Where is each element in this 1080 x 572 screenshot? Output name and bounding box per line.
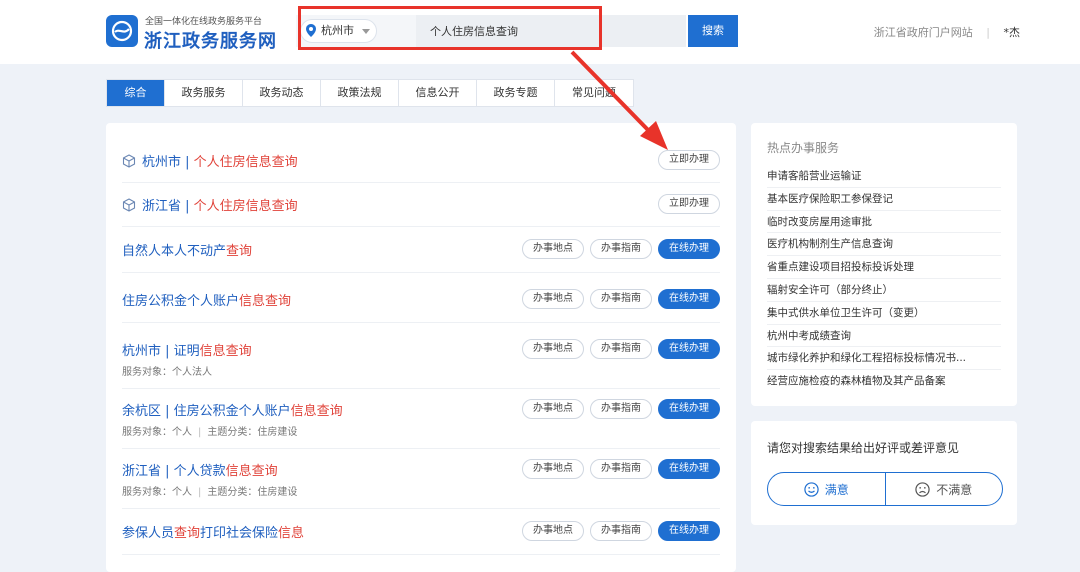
location-pin-icon [306,24,316,37]
location-button[interactable]: 办事地点 [522,339,584,359]
results-panel: 杭州市 | 个人住房信息查询 立即办理 浙江省 | 个人住房信息查询 立即办理 … [106,123,736,572]
city-label: 杭州市 [321,24,354,37]
top-separator: | [986,26,990,39]
satisfied-label: 满意 [824,482,849,497]
result-title[interactable]: 参保人员查询打印社会保险信息 [122,522,304,541]
location-button[interactable]: 办事地点 [522,521,584,541]
unsatisfied-button[interactable]: 不满意 [886,473,1003,505]
guide-button[interactable]: 办事指南 [590,399,652,419]
result-title[interactable]: 自然人本人不动产查询 [122,240,252,259]
hot-service-item[interactable]: 省重点建设项目招投标投诉处理 [767,256,1001,279]
hot-service-item[interactable]: 医疗机构制剂生产信息查询 [767,233,1001,257]
result-row: 浙江省 | 个人住房信息查询 立即办理 [122,183,720,227]
hot-services-list: 申请客船营业运输证 基本医疗保险职工参保登记 临时改变房屋用途审批 医疗机构制剂… [767,165,1001,393]
site-header: 全国一体化在线政务服务平台 浙江政务服务网 杭州市 搜索 浙江省政府门户网站 |… [0,0,1080,64]
logo-title[interactable]: 浙江政务服务网 [144,27,277,53]
hot-service-item[interactable]: 临时改变房屋用途审批 [767,211,1001,234]
smile-icon [804,481,819,497]
hot-services-title: 热点办事服务 [767,141,840,155]
row-actions: 办事地点 办事指南 在线办理 [522,399,720,419]
row-actions: 办事地点 办事指南 在线办理 [522,339,720,359]
frown-icon [915,481,930,497]
result-title[interactable]: 余杭区 | 住房公积金个人账户信息查询 [122,400,343,419]
result-row: 参保人员查询打印社会保险信息 办事地点 办事指南 在线办理 [122,509,720,555]
online-handle-button[interactable]: 在线办理 [658,239,720,259]
tab-gov-services[interactable]: 政务服务 [165,80,243,106]
result-row: 杭州市 | 证明信息查询 服务对象：个人法人 办事地点 办事指南 在线办理 [122,323,720,389]
guide-button[interactable]: 办事指南 [590,289,652,309]
row-actions: 办事地点 办事指南 在线办理 [522,521,720,541]
result-row: 住房公积金个人账户信息查询 办事地点 办事指南 在线办理 [122,273,720,323]
location-button[interactable]: 办事地点 [522,459,584,479]
feedback-buttons: 满意 不满意 [767,472,1003,506]
result-tabs: 综合 政务服务 政务动态 政策法规 信息公开 政务专题 常见问题 [106,79,634,107]
tab-all[interactable]: 综合 [107,80,165,106]
tab-info-disclosure[interactable]: 信息公开 [399,80,477,106]
result-title[interactable]: 杭州市 | 证明信息查询 [122,340,252,359]
result-meta: 服务对象：个人 | 主题分类：住房建设 [122,427,298,438]
feedback-panel: 请您对搜索结果给出好评或差评意见 满意 不满意 [751,421,1017,525]
result-title[interactable]: 住房公积金个人账户信息查询 [122,290,291,309]
online-handle-button[interactable]: 在线办理 [658,399,720,419]
row-actions: 立即办理 [658,194,720,214]
result-meta: 服务对象：个人法人 [122,367,212,378]
hot-services-panel: 热点办事服务 申请客船营业运输证 基本医疗保险职工参保登记 临时改变房屋用途审批… [751,123,1017,406]
row-actions: 办事地点 办事指南 在线办理 [522,239,720,259]
chevron-down-icon [362,29,370,34]
top-links: 浙江省政府门户网站 | *杰 [874,24,1020,40]
result-title[interactable]: 浙江省 | 个人贷款信息查询 [122,460,278,479]
hot-service-item[interactable]: 杭州中考成绩查询 [767,325,1001,348]
hot-service-item[interactable]: 辐射安全许可（部分终止） [767,279,1001,302]
tab-faq[interactable]: 常见问题 [555,80,633,106]
hot-service-item[interactable]: 经营应施检疫的森林植物及其产品备案 [767,370,1001,393]
guide-button[interactable]: 办事指南 [590,239,652,259]
tab-topics[interactable]: 政务专题 [477,80,555,106]
handle-now-button[interactable]: 立即办理 [658,150,720,170]
result-row: 浙江省 | 个人贷款信息查询 服务对象：个人 | 主题分类：住房建设 办事地点 办事… [122,449,720,509]
portal-link[interactable]: 浙江省政府门户网站 [874,26,973,39]
hot-service-item[interactable]: 集中式供水单位卫生许可（变更） [767,302,1001,325]
result-row: 自然人本人不动产查询 办事地点 办事指南 在线办理 [122,227,720,273]
logo-subtitle: 全国一体化在线政务服务平台 [145,17,263,27]
online-handle-button[interactable]: 在线办理 [658,339,720,359]
result-row: 余杭区 | 住房公积金个人账户信息查询 服务对象：个人 | 主题分类：住房建设 办事… [122,389,720,449]
result-title[interactable]: 杭州市 | 个人住房信息查询 [122,151,298,170]
guide-button[interactable]: 办事指南 [590,521,652,541]
satisfied-button[interactable]: 满意 [768,473,886,505]
location-button[interactable]: 办事地点 [522,289,584,309]
online-handle-button[interactable]: 在线办理 [658,521,720,541]
result-title[interactable]: 浙江省 | 个人住房信息查询 [122,195,298,214]
result-meta: 服务对象：个人 | 主题分类：住房建设 [122,487,298,498]
search-button[interactable]: 搜索 [688,15,738,47]
hot-service-item[interactable]: 基本医疗保险职工参保登记 [767,188,1001,211]
location-button[interactable]: 办事地点 [522,239,584,259]
guide-button[interactable]: 办事指南 [590,459,652,479]
service-cube-icon [122,154,136,168]
hot-service-item[interactable]: 申请客船营业运输证 [767,165,1001,188]
tab-gov-news[interactable]: 政务动态 [243,80,321,106]
site-logo-icon[interactable] [106,15,138,47]
feedback-title: 请您对搜索结果给出好评或差评意见 [767,441,960,455]
tab-policies[interactable]: 政策法规 [321,80,399,106]
row-actions: 办事地点 办事指南 在线办理 [522,289,720,309]
guide-button[interactable]: 办事指南 [590,339,652,359]
unsatisfied-label: 不满意 [936,482,973,497]
search-input[interactable] [416,15,686,47]
online-handle-button[interactable]: 在线办理 [658,289,720,309]
row-actions: 立即办理 [658,150,720,170]
search-bar: 杭州市 搜索 [296,15,740,47]
service-cube-icon [122,198,136,212]
location-button[interactable]: 办事地点 [522,399,584,419]
city-pill[interactable]: 杭州市 [300,19,377,43]
handle-now-button[interactable]: 立即办理 [658,194,720,214]
user-name[interactable]: *杰 [1004,26,1021,39]
city-selector[interactable]: 杭州市 [296,15,416,47]
result-row: 杭州市 | 个人住房信息查询 立即办理 [122,139,720,183]
row-actions: 办事地点 办事指南 在线办理 [522,459,720,479]
online-handle-button[interactable]: 在线办理 [658,459,720,479]
hot-service-item[interactable]: 城市绿化养护和绿化工程招标投标情况书... [767,347,1001,371]
